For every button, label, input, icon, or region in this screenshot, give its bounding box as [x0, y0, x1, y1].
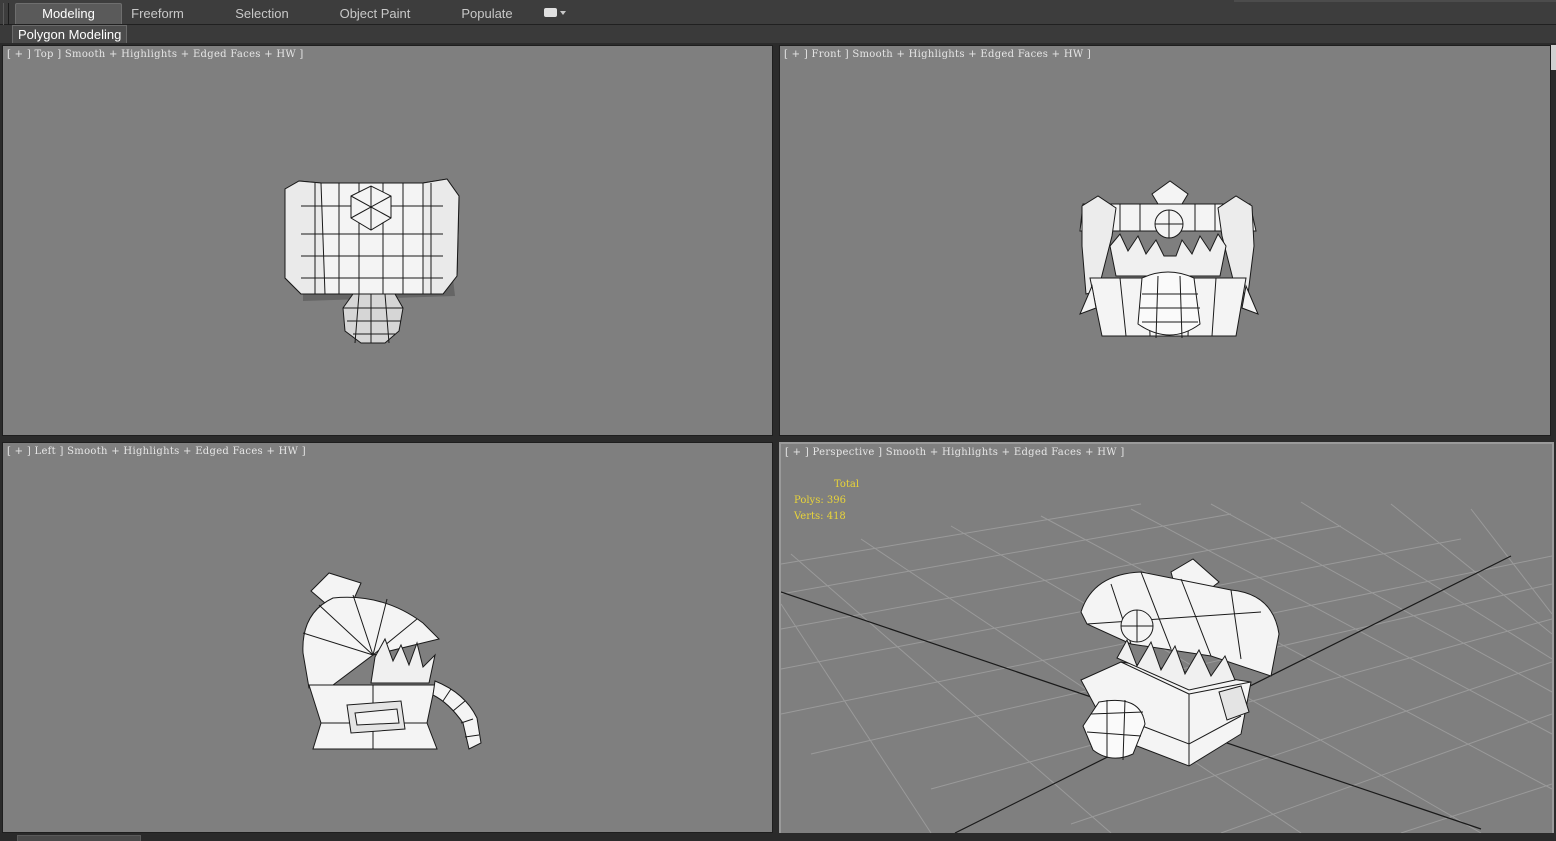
time-slider-handle[interactable] — [17, 835, 141, 841]
left-view-model — [302, 572, 482, 750]
tab-object-paint[interactable]: Object Paint — [332, 4, 418, 24]
viewport-left[interactable]: [ + ] Left ] Smooth + Highlights + Edged… — [2, 442, 773, 833]
ribbon-edge-line — [1234, 0, 1556, 2]
panel-dropdown-icon[interactable] — [544, 8, 566, 20]
tab-populate[interactable]: Populate — [452, 4, 522, 24]
viewport-top[interactable]: [ + ] Top ] Smooth + Highlights + Edged … — [2, 45, 773, 436]
right-panel-scrollbar[interactable] — [1551, 45, 1556, 70]
top-view-model — [284, 178, 460, 344]
stats-verts: Verts: 418 — [794, 511, 846, 522]
ribbon-subpanel: Polygon Modeling — [0, 25, 1556, 43]
tab-selection[interactable]: Selection — [222, 4, 302, 24]
stats-heading: Total — [834, 479, 860, 490]
viewport-front[interactable]: [ + ] Front ] Smooth + Highlights + Edge… — [779, 45, 1551, 436]
perspective-grid — [781, 501, 1552, 833]
time-slider-strip — [0, 833, 1556, 841]
front-view-model — [1079, 180, 1259, 339]
ribbon-tab-bar: Modeling Freeform Selection Object Paint… — [0, 0, 1556, 39]
viewport-perspective[interactable]: [ + ] Perspective ] Smooth + Highlights … — [779, 442, 1554, 835]
tab-modeling[interactable]: Modeling — [15, 3, 122, 24]
tab-freeform[interactable]: Freeform — [120, 4, 195, 24]
scene-statistics: Total Polys: 396 Verts: 418 — [794, 477, 859, 525]
stats-polys: Polys: 396 — [794, 495, 846, 506]
polygon-modeling-panel-button[interactable]: Polygon Modeling — [12, 25, 128, 43]
